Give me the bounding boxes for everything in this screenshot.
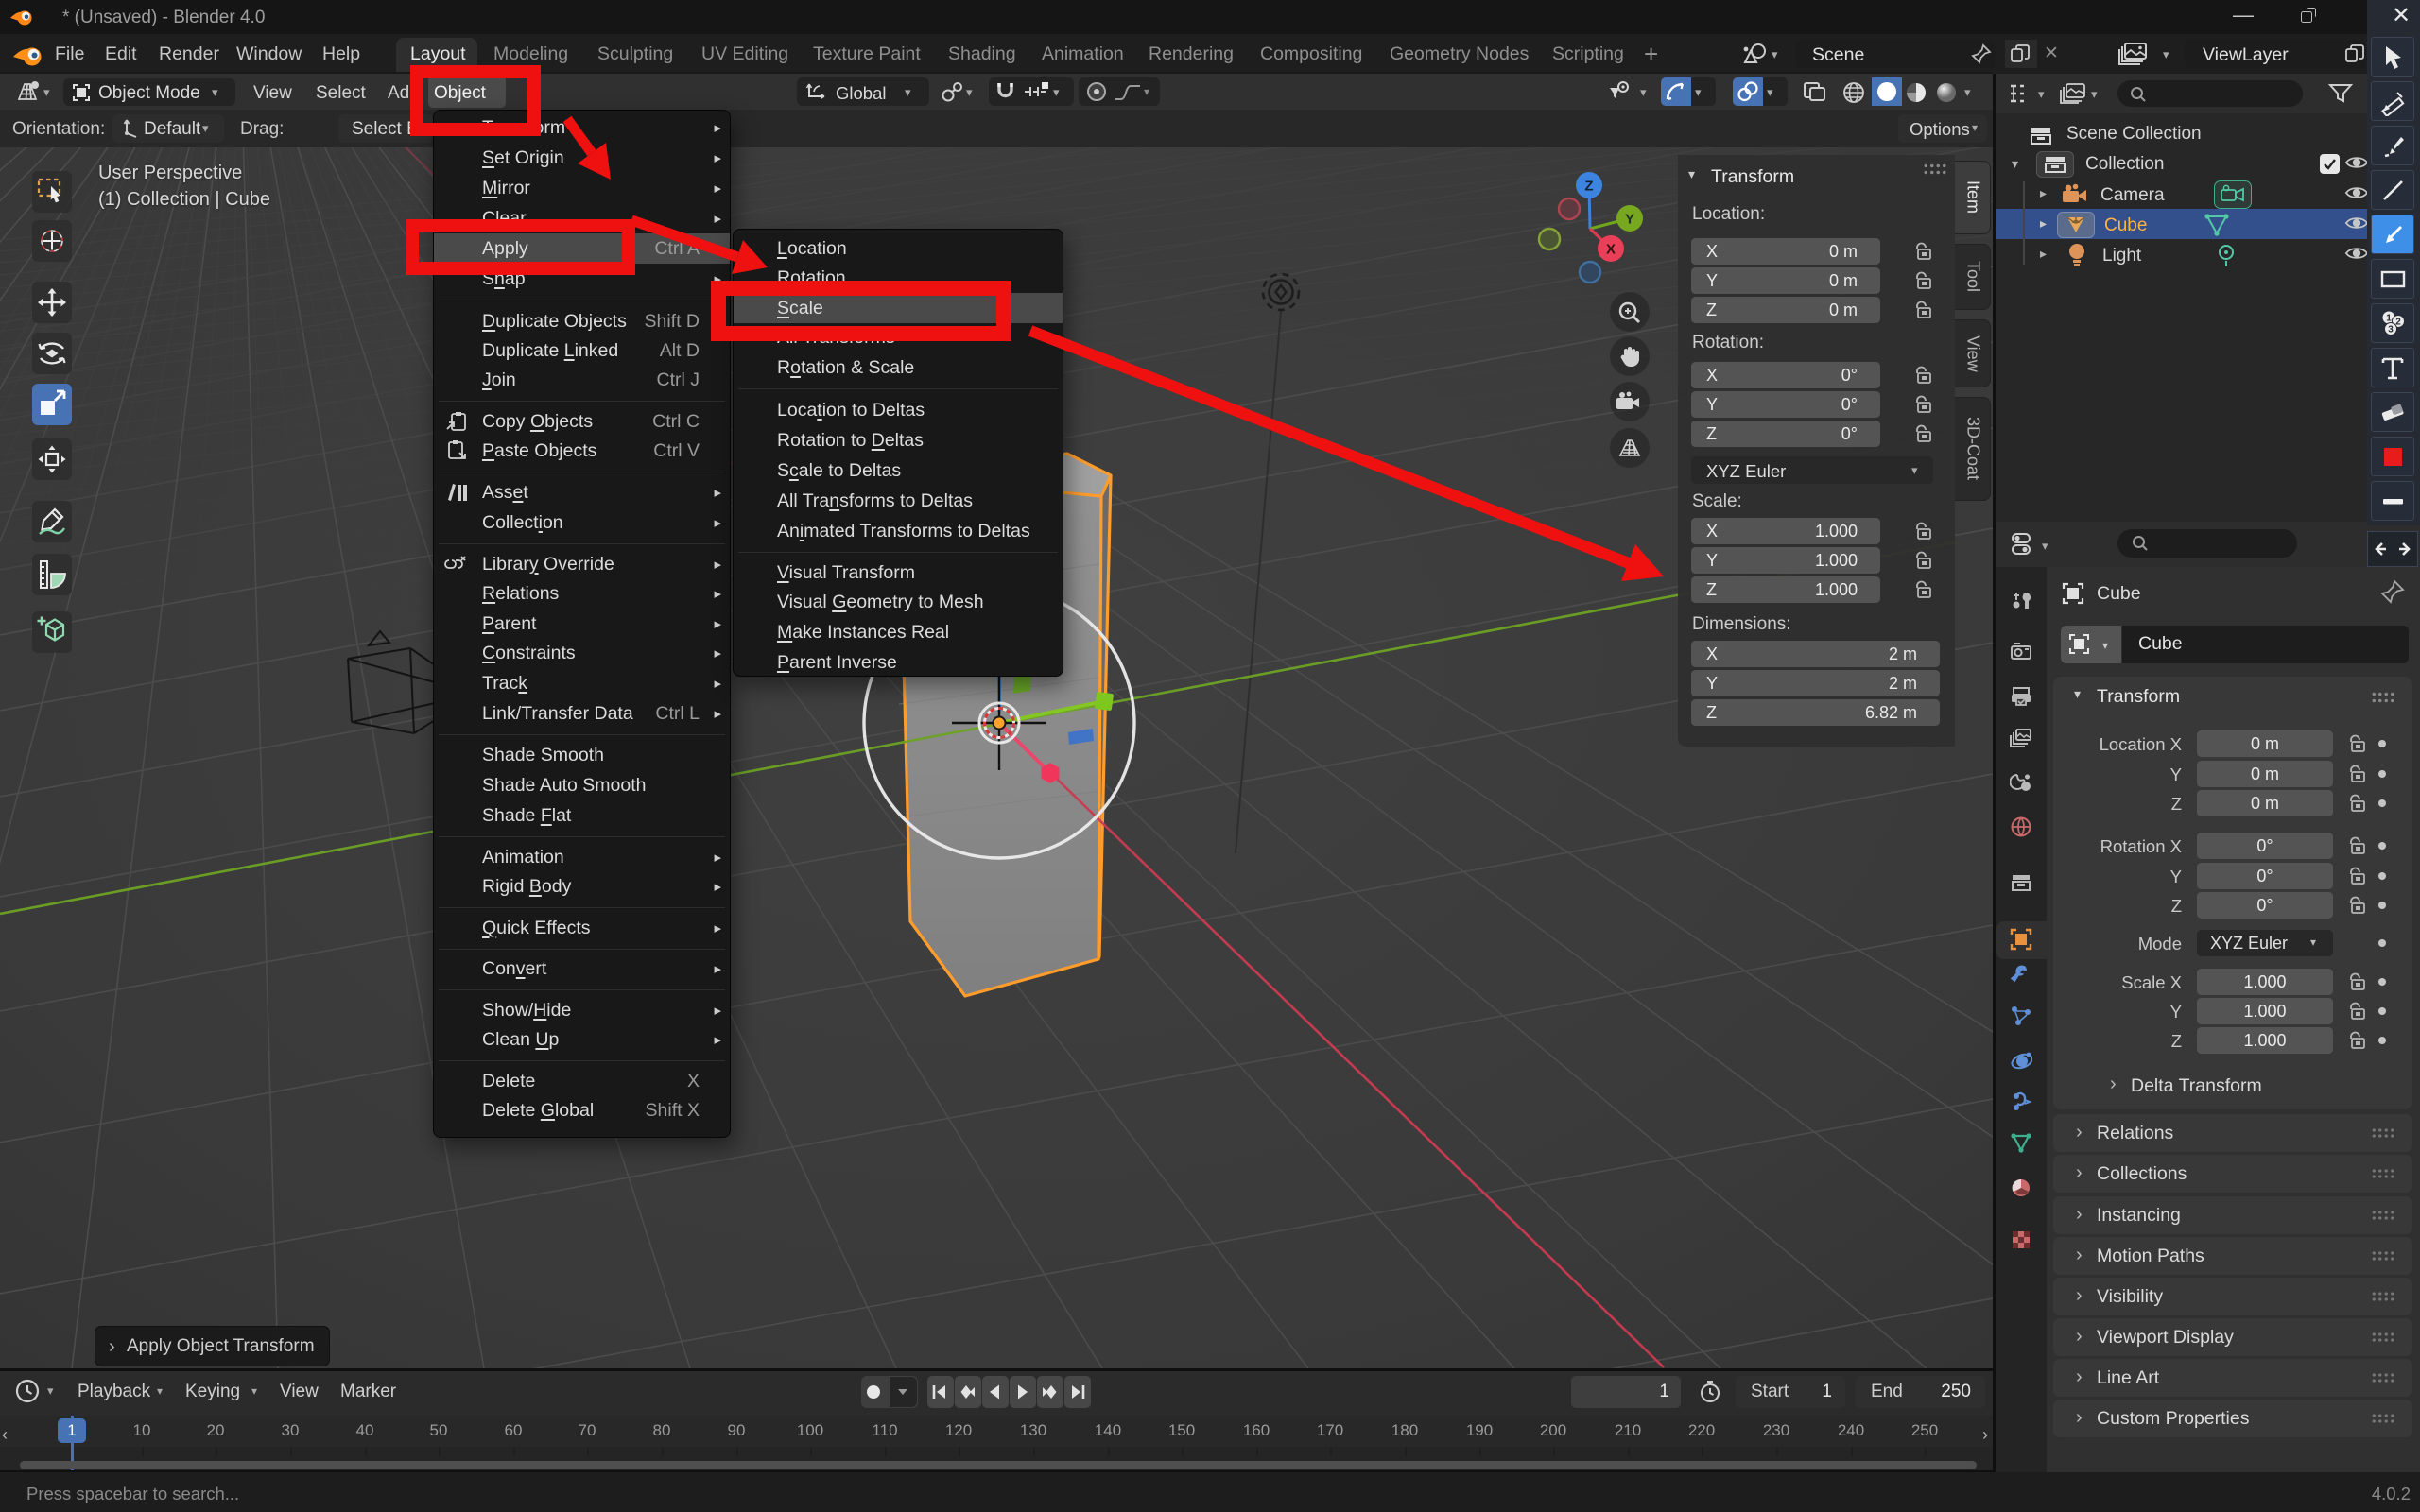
svg-text:Y: Y (1625, 212, 1634, 228)
svg-text:Z: Z (1584, 179, 1593, 195)
svg-text:X: X (1606, 242, 1616, 258)
svg-text:1: 1 (2386, 314, 2392, 324)
svg-text:3: 3 (2388, 325, 2394, 335)
